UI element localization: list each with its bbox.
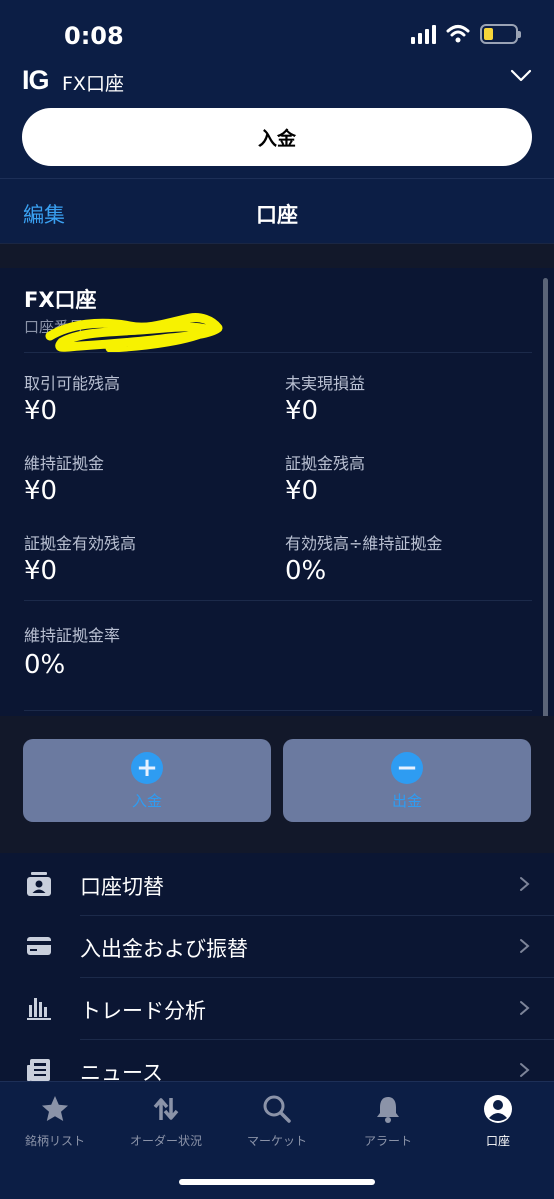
metric-value: 0% <box>285 556 327 586</box>
deposit-action-button[interactable]: + 入金 <box>23 739 271 822</box>
tab-label: 口座 <box>485 1134 510 1148</box>
margin-rate-value: 0% <box>24 650 66 680</box>
menu-item-trade-analysis[interactable]: トレード分析 <box>0 977 554 1040</box>
tab-label: アラート <box>363 1134 412 1148</box>
status-time: 0:08 <box>64 22 124 50</box>
nav-bar: 編集 口座 <box>0 178 554 244</box>
tab-market[interactable]: マーケット <box>222 1094 332 1158</box>
signal-icon <box>411 24 436 44</box>
search-icon <box>263 1095 291 1123</box>
deposit-button[interactable]: 入金 <box>22 108 532 166</box>
account-card: FX口座 口座番号 取引可能残高 ¥0 未実現損益 ¥0 維持証拠金 ¥0 証拠… <box>0 268 554 716</box>
menu-item-label: ニュース <box>80 1061 163 1083</box>
metric-value: ¥0 <box>24 396 58 426</box>
deposit-action-label: 入金 <box>131 792 162 810</box>
redaction-scribble <box>45 313 223 353</box>
tab-account[interactable]: 口座 <box>443 1094 553 1158</box>
actions-area: + 入金 − 出金 <box>0 716 554 853</box>
tab-watchlist[interactable]: 銘柄リスト <box>0 1094 110 1158</box>
menu-item-label: トレード分析 <box>80 999 206 1023</box>
divider <box>24 352 532 353</box>
account-menu: 口座切替 入出金および振替 トレード分析 ニュース <box>0 853 554 1083</box>
account-selector-label[interactable]: FX口座 <box>62 69 124 96</box>
news-icon <box>27 1059 50 1081</box>
metric-label: 証拠金有効残高 <box>24 534 137 553</box>
metric-value: ¥0 <box>285 396 319 426</box>
chevron-right-icon <box>520 939 530 953</box>
status-icons <box>411 24 521 44</box>
section-gap <box>0 244 554 268</box>
chevron-down-icon[interactable] <box>510 68 532 84</box>
profile-icon <box>484 1095 512 1123</box>
star-icon <box>42 1096 68 1121</box>
plus-icon: + <box>131 752 163 784</box>
metric-label: 維持証拠金 <box>24 454 105 473</box>
card-icon <box>27 937 51 955</box>
menu-item-label: 口座切替 <box>80 875 164 899</box>
metric-value: ¥0 <box>285 476 319 506</box>
tab-label: マーケット <box>246 1134 307 1148</box>
tab-alerts[interactable]: アラート <box>333 1094 443 1158</box>
bar-chart-icon <box>27 998 51 1020</box>
metric-label: 有効残高÷維持証拠金 <box>285 534 443 553</box>
metric-value: ¥0 <box>24 556 58 586</box>
wifi-icon <box>446 25 470 43</box>
metric-label: 証拠金残高 <box>285 454 366 473</box>
chevron-right-icon <box>520 877 530 891</box>
minus-icon: − <box>391 752 423 784</box>
status-bar: 0:08 <box>0 0 554 62</box>
ig-logo: IG <box>22 65 49 95</box>
divider <box>24 710 532 711</box>
menu-item-label: 入出金および振替 <box>80 937 248 961</box>
menu-item-transfers[interactable]: 入出金および振替 <box>0 915 554 978</box>
metric-label: 未実現損益 <box>285 374 366 393</box>
account-bar[interactable]: IG FX口座 <box>0 62 554 98</box>
menu-item-news[interactable]: ニュース <box>0 1039 554 1083</box>
bell-icon <box>377 1097 399 1123</box>
deposit-bar: 入金 <box>0 98 554 178</box>
account-switch-icon <box>27 872 51 896</box>
margin-rate-label: 維持証拠金率 <box>24 626 121 645</box>
chevron-right-icon <box>520 1001 530 1015</box>
menu-item-account-switch[interactable]: 口座切替 <box>0 853 554 916</box>
metric-value: ¥0 <box>24 476 58 506</box>
divider <box>24 600 532 601</box>
chevron-right-icon <box>520 1063 530 1077</box>
tab-label: 銘柄リスト <box>24 1134 85 1148</box>
metric-label: 取引可能残高 <box>24 374 121 393</box>
page-title: 口座 <box>256 203 298 227</box>
arrows-icon <box>153 1098 179 1120</box>
home-indicator[interactable] <box>179 1179 375 1185</box>
withdraw-action-label: 出金 <box>391 792 422 810</box>
tab-label: オーダー状況 <box>129 1134 202 1148</box>
battery-icon <box>480 24 521 44</box>
withdraw-action-button[interactable]: − 出金 <box>283 739 531 822</box>
tab-orders[interactable]: オーダー状況 <box>111 1094 221 1158</box>
